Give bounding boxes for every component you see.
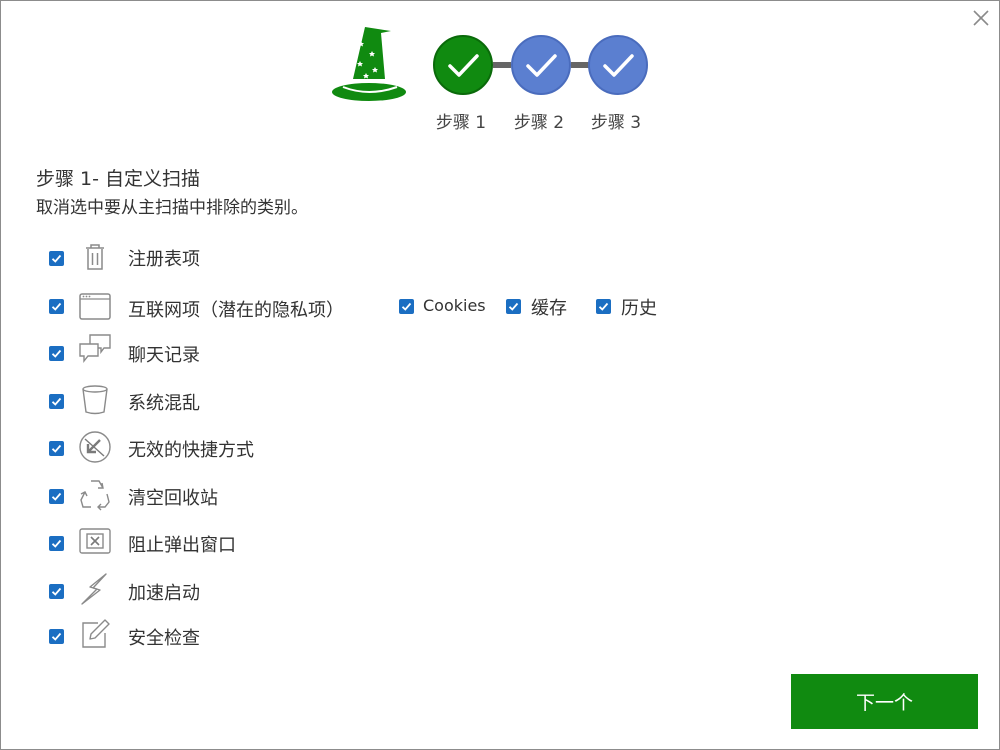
lightning-icon bbox=[78, 572, 112, 606]
startup-label: 加速启动 bbox=[128, 583, 200, 604]
close-icon[interactable] bbox=[969, 6, 993, 30]
step-1-label: 步骤 1 bbox=[435, 113, 487, 133]
option-row-startup: 加速启动 bbox=[1, 571, 901, 611]
step-connector bbox=[571, 62, 589, 68]
checkmark-icon bbox=[448, 54, 479, 77]
shortcuts-checkbox[interactable] bbox=[49, 441, 64, 456]
popups-label: 阻止弹出窗口 bbox=[128, 535, 236, 556]
option-row-chat: 聊天记录 bbox=[1, 333, 901, 373]
recycle-checkbox[interactable] bbox=[49, 489, 64, 504]
checkmark-icon bbox=[603, 54, 634, 77]
chat-label: 聊天记录 bbox=[128, 345, 200, 366]
checkmark-icon bbox=[526, 54, 557, 77]
trash-can-icon bbox=[78, 240, 112, 274]
security-label: 安全检查 bbox=[128, 628, 200, 649]
section-title: 步骤 1- 自定义扫描 bbox=[36, 168, 201, 190]
next-button[interactable]: 下一个 bbox=[791, 674, 978, 729]
option-row-security: 安全检查 bbox=[1, 616, 901, 656]
option-row-recycle: 清空回收站 bbox=[1, 476, 901, 516]
history-label: 历史 bbox=[621, 298, 657, 319]
internet-checkbox[interactable] bbox=[49, 299, 64, 314]
internet-label: 互联网项（潜在的隐私项） bbox=[128, 300, 344, 321]
step-2-indicator bbox=[511, 35, 571, 95]
cache-checkbox[interactable] bbox=[506, 299, 521, 314]
history-checkbox[interactable] bbox=[596, 299, 611, 314]
step-3-label: 步骤 3 bbox=[590, 113, 642, 133]
bin-icon bbox=[78, 383, 112, 417]
step-2-label: 步骤 2 bbox=[513, 113, 565, 133]
cookies-checkbox[interactable] bbox=[399, 299, 414, 314]
option-row-internet: 互联网项（潜在的隐私项） Cookies 缓存 历史 bbox=[1, 286, 901, 326]
recycle-icon bbox=[78, 477, 112, 511]
cookies-label: Cookies bbox=[423, 296, 486, 315]
browser-window-icon bbox=[78, 289, 112, 323]
recycle-label: 清空回收站 bbox=[128, 488, 218, 509]
step-connector bbox=[493, 62, 511, 68]
registry-checkbox[interactable] bbox=[49, 251, 64, 266]
broken-shortcut-icon bbox=[78, 430, 112, 464]
section-description: 取消选中要从主扫描中排除的类别。 bbox=[36, 198, 308, 218]
popups-checkbox[interactable] bbox=[49, 536, 64, 551]
step-3-indicator bbox=[588, 35, 648, 95]
security-checkbox[interactable] bbox=[49, 629, 64, 644]
edit-check-icon bbox=[78, 617, 112, 651]
option-row-clutter: 系统混乱 bbox=[1, 381, 901, 421]
wizard-window: 步骤 1 步骤 2 步骤 3 步骤 1- 自定义扫描 取消选中要从主扫描中排除的… bbox=[0, 0, 1000, 750]
cache-label: 缓存 bbox=[531, 298, 567, 319]
chat-bubbles-icon bbox=[78, 333, 112, 367]
step-1-indicator bbox=[433, 35, 493, 95]
option-row-registry: 注册表项 bbox=[1, 238, 901, 278]
chat-checkbox[interactable] bbox=[49, 346, 64, 361]
blocked-popup-icon bbox=[78, 525, 112, 559]
clutter-label: 系统混乱 bbox=[128, 393, 200, 414]
option-row-shortcuts: 无效的快捷方式 bbox=[1, 428, 901, 468]
registry-label: 注册表项 bbox=[128, 249, 200, 270]
clutter-checkbox[interactable] bbox=[49, 394, 64, 409]
wizard-hat-icon bbox=[331, 23, 411, 103]
startup-checkbox[interactable] bbox=[49, 584, 64, 599]
option-row-popups: 阻止弹出窗口 bbox=[1, 523, 901, 563]
shortcuts-label: 无效的快捷方式 bbox=[128, 440, 254, 461]
